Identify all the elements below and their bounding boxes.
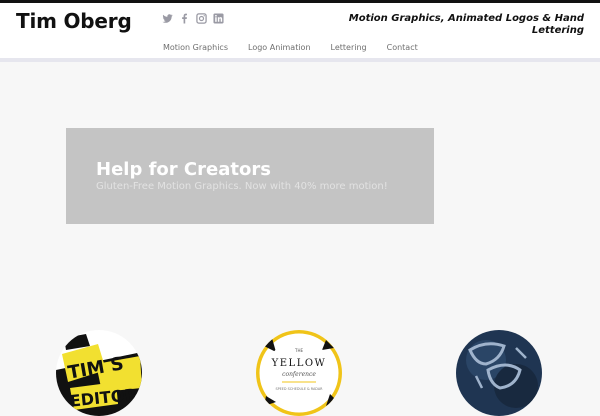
yellow-conference-line-4: SPEED SCHEDULE & RADAR [275, 387, 323, 391]
tims-editor-lettering-thumbnail[interactable]: TIM S EDITOR [56, 330, 142, 416]
hero-subtitle: Gluten-Free Motion Graphics. Now with 40… [96, 181, 388, 192]
yellow-conference-line-3: conference [282, 371, 316, 378]
instagram-icon[interactable] [196, 13, 207, 24]
nav-item-logo-animation[interactable]: Logo Animation [248, 43, 311, 52]
hero-banner: Help for Creators Gluten-Free Motion Gra… [66, 128, 434, 224]
yellow-conference-logo-thumbnail[interactable]: THE YELLOW conference SPEED SCHEDULE & R… [256, 330, 342, 416]
nav-item-motion-graphics[interactable]: Motion Graphics [163, 43, 228, 52]
twitter-icon[interactable] [162, 13, 173, 24]
social-links [162, 13, 224, 24]
yellow-conference-line-2: YELLOW [271, 358, 327, 369]
site-tagline: Motion Graphics, Animated Logos & Hand L… [348, 13, 584, 36]
nav-item-lettering[interactable]: Lettering [331, 43, 367, 52]
site-header: Tim Oberg Motion Graphics, Animated Logo… [0, 3, 600, 58]
yellow-conference-line-1: THE [294, 348, 303, 353]
facebook-icon[interactable] [179, 13, 190, 24]
nav-item-contact[interactable]: Contact [387, 43, 418, 52]
site-title[interactable]: Tim Oberg [16, 9, 132, 33]
header-divider [0, 58, 600, 62]
hero-title: Help for Creators [96, 159, 271, 180]
hand-lettering-stamp-thumbnail[interactable] [456, 330, 542, 416]
main-nav: Motion Graphics Logo Animation Lettering… [163, 43, 438, 52]
linkedin-icon[interactable] [213, 13, 224, 24]
